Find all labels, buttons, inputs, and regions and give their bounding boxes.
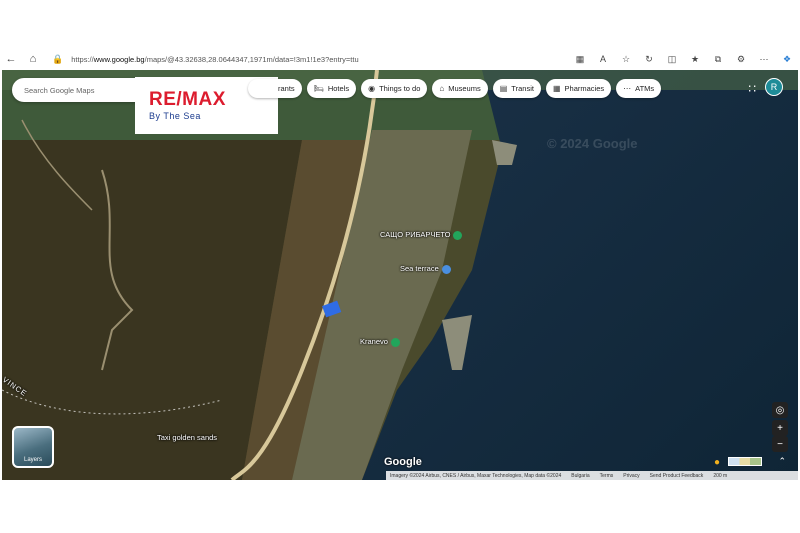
street-view-pegman-icon[interactable]: ●	[714, 457, 720, 468]
place-pin-icon	[441, 264, 451, 274]
chip-label: ATMs	[635, 84, 655, 93]
layers-button[interactable]: Layers	[12, 426, 54, 468]
category-chips: rants 🛏 Hotels ◉ Things to do ⌂ Museums ▤ Tr…	[248, 79, 662, 98]
back-icon[interactable]: ←	[0, 48, 22, 70]
place-pin-sashtno[interactable]: САЩО РИБАРЧЕТО	[380, 230, 463, 240]
place-pin-taxi[interactable]: Taxi golden sands	[157, 433, 217, 442]
chip-restaurants[interactable]: rants	[248, 79, 302, 98]
bed-icon: 🛏	[313, 84, 324, 93]
place-label: САЩО РИБАРЧЕТО	[380, 230, 451, 239]
split-screen-icon[interactable]: ◫	[665, 52, 679, 66]
chip-museums[interactable]: ⌂ Museums	[432, 79, 488, 98]
chip-atms[interactable]: ⋯ ATMs	[616, 79, 662, 98]
favorites-icon[interactable]: ★	[688, 52, 702, 66]
collections-icon[interactable]: ⧉	[711, 52, 725, 66]
place-label: Sea terrace	[400, 264, 439, 273]
chip-label: Pharmacies	[564, 84, 605, 93]
address-bar[interactable]: https://www.google.bg/maps/@43.32638,28.…	[71, 55, 358, 64]
avatar[interactable]: R	[765, 78, 783, 96]
place-pin-icon	[390, 337, 400, 347]
pharmacy-icon: ▦	[552, 84, 561, 93]
place-label: Taxi golden sands	[157, 433, 218, 442]
app-available-icon[interactable]: ▦	[573, 52, 587, 66]
menu-icon[interactable]: ⋯	[757, 52, 771, 66]
url-prefix: https://	[71, 54, 94, 64]
remax-tagline: By The Sea	[149, 111, 201, 121]
more-icon: ⋯	[623, 84, 632, 93]
my-location-icon[interactable]: ◎	[772, 402, 788, 418]
browser-tools: ▦ A ☆ ↻ ◫ ★ ⧉ ⚙ ⋯ ❖	[573, 48, 794, 70]
scale-bar[interactable]: 200 m	[713, 473, 727, 479]
chip-label: Museums	[448, 84, 481, 93]
zoom-out-button[interactable]: −	[772, 436, 788, 452]
place-pin-kranevo[interactable]: Kranevo	[360, 337, 400, 347]
map-footer: Imagery ©2024 Airbus, CNES / Airbus, Max…	[386, 471, 798, 480]
favorite-star-icon[interactable]: ☆	[619, 52, 633, 66]
map-watermark: © 2024 Google	[547, 136, 638, 151]
read-aloud-icon[interactable]: A	[596, 52, 610, 66]
feedback-link[interactable]: Send Product Feedback	[650, 473, 704, 479]
extensions-icon[interactable]: ⚙	[734, 52, 748, 66]
satellite-imagery	[2, 70, 798, 480]
satellite-map[interactable]: © 2024 Google Search Google Maps RE/MAX …	[2, 70, 798, 480]
browser-toolbar: ← ⌂ 🔒 https://www.google.bg/maps/@43.326…	[0, 48, 800, 70]
chip-transit[interactable]: ▤ Transit	[492, 79, 541, 98]
chip-label: rants	[278, 84, 295, 93]
google-logo: Google	[384, 456, 422, 468]
chip-label: Things to do	[379, 84, 421, 93]
chip-hotels[interactable]: 🛏 Hotels	[306, 79, 357, 98]
country-link[interactable]: Bulgaria	[571, 473, 589, 479]
chip-pharmacies[interactable]: ▦ Pharmacies	[545, 79, 612, 98]
refresh-icon[interactable]: ↻	[642, 52, 656, 66]
place-pin-sea-terrace[interactable]: Sea terrace	[400, 264, 451, 274]
place-label: Kranevo	[360, 337, 388, 346]
lock-icon[interactable]: 🔒	[52, 54, 63, 65]
chip-label: Transit	[511, 84, 534, 93]
place-pin-icon	[453, 230, 463, 240]
url-rest: /maps/@43.32638,28.0644347,1971m/data=!3…	[144, 54, 359, 64]
imagery-credit: Imagery ©2024 Airbus, CNES / Airbus, Max…	[390, 472, 562, 479]
expand-icon[interactable]: ⌃	[778, 456, 786, 467]
copilot-icon[interactable]: ❖	[780, 52, 794, 66]
url-domain: www.google.bg	[93, 54, 145, 64]
chip-label: Hotels	[327, 84, 350, 93]
chip-things-to-do[interactable]: ◉ Things to do	[361, 79, 428, 98]
bus-icon: ▤	[499, 84, 508, 93]
google-apps-icon[interactable]: ∷	[748, 82, 756, 96]
camera-icon: ◉	[368, 84, 376, 93]
map-type-tiles[interactable]	[728, 457, 762, 466]
layers-label: Layers	[23, 457, 42, 463]
privacy-link[interactable]: Privacy	[623, 473, 639, 479]
terms-link[interactable]: Terms	[600, 473, 614, 479]
home-icon[interactable]: ⌂	[22, 48, 44, 70]
museum-icon: ⌂	[439, 84, 445, 93]
zoom-in-button[interactable]: +	[772, 420, 788, 436]
